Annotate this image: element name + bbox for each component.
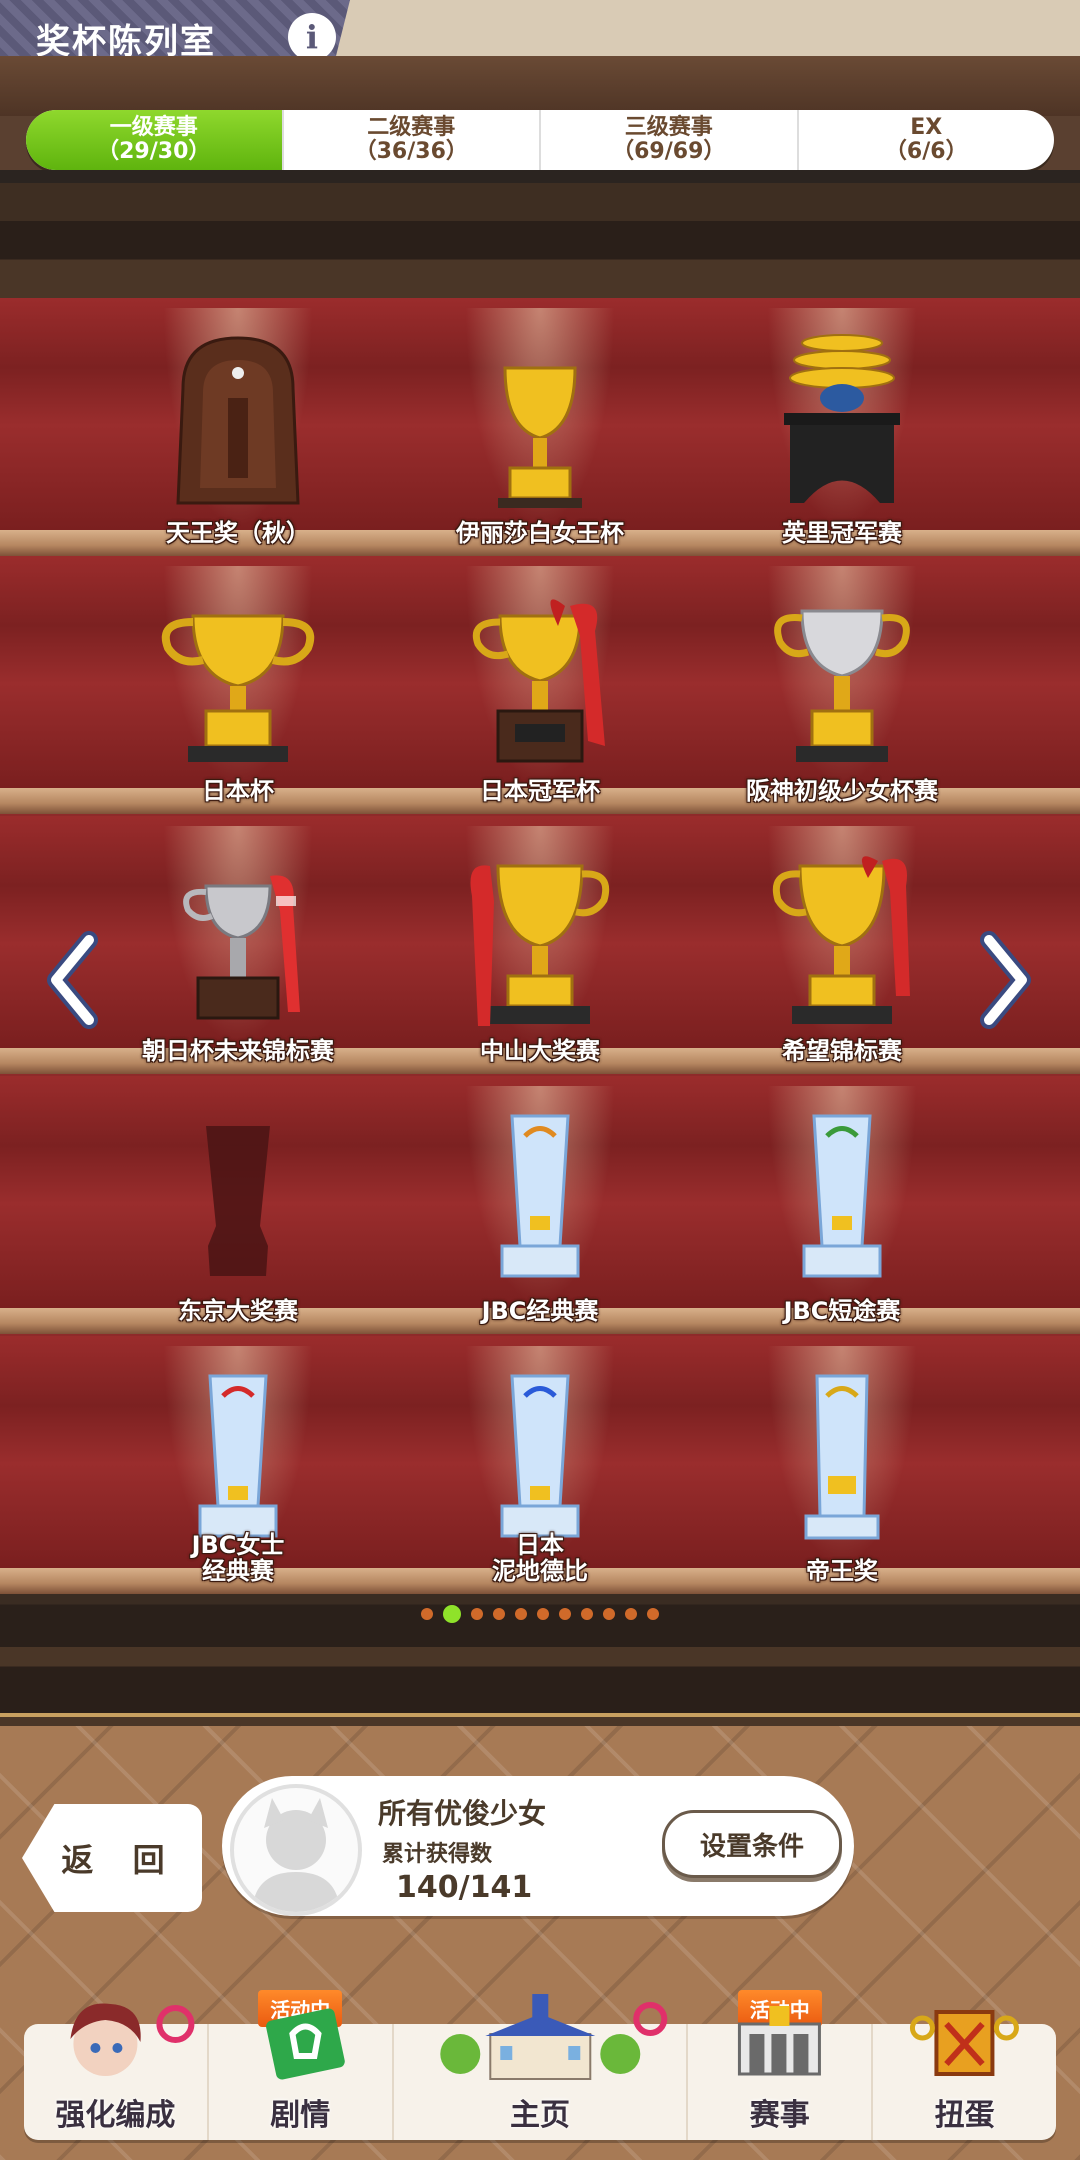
trophy-shelf: 天王奖（秋） 伊丽莎白女王杯 英里冠军赛 日本杯 日本冠军杯 阪神初级少女杯赛 … bbox=[0, 298, 1080, 1594]
trophy-name: 日本 泥地德比 bbox=[390, 1532, 690, 1584]
trophy-slot[interactable]: JBC短途赛 bbox=[692, 1076, 992, 1334]
set-conditions-button[interactable]: 设置条件 bbox=[662, 1810, 842, 1878]
trophy-name: JBC经典赛 bbox=[481, 1297, 599, 1325]
next-page-button[interactable] bbox=[974, 930, 1034, 1030]
trophy-name: 日本冠军杯 bbox=[480, 777, 600, 805]
shelf-row: 天王奖（秋） 伊丽莎白女王杯 英里冠军赛 bbox=[0, 298, 1080, 558]
page-dot[interactable] bbox=[443, 1605, 461, 1623]
page-dot[interactable] bbox=[603, 1608, 615, 1620]
trophy-name: 帝王奖 bbox=[806, 1557, 878, 1585]
trophy-slot[interactable]: 伊丽莎白女王杯 bbox=[390, 298, 690, 556]
tab-label: 一级赛事 bbox=[109, 115, 198, 140]
trophy-name: 英里冠军赛 bbox=[782, 519, 902, 547]
trophy-total-count: 140/141 bbox=[396, 1870, 533, 1905]
filter-title: 所有优俊少女 bbox=[378, 1797, 547, 1830]
page-dot[interactable] bbox=[559, 1608, 571, 1620]
trophy-slot[interactable]: 日本 泥地德比 bbox=[390, 1336, 690, 1594]
trophy-slot[interactable]: 阪神初级少女杯赛 bbox=[692, 556, 992, 814]
filter-panel: 所有优俊少女 累计获得数 140/141 设置条件 bbox=[222, 1776, 854, 1916]
back-button[interactable]: 返 回 bbox=[22, 1804, 202, 1912]
previous-page-button[interactable] bbox=[44, 930, 104, 1030]
trophy-name: 天王奖（秋） bbox=[166, 519, 310, 547]
trophy-name: JBC短途赛 bbox=[783, 1297, 901, 1325]
trophy-slot[interactable]: JBC经典赛 bbox=[390, 1076, 690, 1334]
nav-label: 剧情 bbox=[270, 2098, 331, 2133]
nav-story[interactable]: 活动中 剧情 bbox=[206, 1990, 392, 2140]
home-building-icon bbox=[440, 1994, 668, 2080]
shelf-row: 朝日杯未来锦标赛 中山大奖赛 希望锦标赛 bbox=[0, 816, 1080, 1076]
bottom-nav: 强化编成 活动中 剧情 主页 活动中 赛事 bbox=[24, 1990, 1056, 2140]
nav-label: 赛事 bbox=[749, 2098, 810, 2133]
trophy-name: JBC女士 经典赛 bbox=[88, 1532, 388, 1584]
trophy-name-line: 泥地德比 bbox=[492, 1557, 588, 1585]
tab-label: 三级赛事 bbox=[624, 115, 713, 140]
page-dot[interactable] bbox=[515, 1608, 527, 1620]
race-gate-icon bbox=[738, 2006, 822, 2076]
tab-count: （29/30） bbox=[97, 139, 211, 164]
nav-label: 主页 bbox=[510, 2098, 570, 2133]
tab-count: （36/36） bbox=[354, 139, 468, 164]
chevron-left-icon bbox=[47, 931, 98, 1029]
grade-tabs: 一级赛事 （29/30） 二级赛事 （36/36） 三级赛事 （69/69） E… bbox=[26, 110, 1054, 170]
trophy-slot[interactable]: 天王奖（秋） bbox=[88, 298, 388, 556]
shelf-row: 东京大奖赛 JBC经典赛 JBC短途赛 bbox=[0, 1076, 1080, 1336]
trophy-slot[interactable]: 希望锦标赛 bbox=[692, 816, 992, 1074]
trophy-slot[interactable]: 东京大奖赛 bbox=[88, 1076, 388, 1334]
page-dot[interactable] bbox=[471, 1608, 483, 1620]
trophy-name: 日本杯 bbox=[202, 777, 274, 805]
trophy-name-line: 经典赛 bbox=[202, 1557, 274, 1585]
tab-g3[interactable]: 三级赛事 （69/69） bbox=[539, 110, 797, 170]
trophy-slot[interactable]: 中山大奖赛 bbox=[390, 816, 690, 1074]
nav-label: 强化编成 bbox=[55, 2098, 176, 2133]
page-dot[interactable] bbox=[421, 1608, 433, 1620]
nav-enhance[interactable]: 强化编成 bbox=[24, 2003, 207, 2140]
trophy-slot[interactable]: 英里冠军赛 bbox=[692, 298, 992, 556]
avatar bbox=[230, 1784, 362, 1916]
page-dot[interactable] bbox=[537, 1608, 549, 1620]
page-dot[interactable] bbox=[625, 1608, 637, 1620]
nav-gacha[interactable]: 扭蛋 bbox=[871, 2010, 1056, 2140]
tab-count: （69/69） bbox=[612, 139, 726, 164]
trophy-slot[interactable]: JBC女士 经典赛 bbox=[88, 1336, 388, 1594]
character-portrait-icon bbox=[70, 2003, 195, 2076]
story-book-icon bbox=[265, 2008, 345, 2080]
trophy-name: 阪神初级少女杯赛 bbox=[746, 777, 938, 805]
gacha-icon bbox=[910, 2010, 1020, 2076]
shelf-top-rail bbox=[0, 170, 1080, 298]
page-indicator bbox=[0, 1604, 1080, 1624]
chevron-right-icon bbox=[980, 931, 1031, 1029]
page-dot[interactable] bbox=[493, 1608, 505, 1620]
trophy-name: 东京大奖赛 bbox=[178, 1297, 298, 1325]
tab-g2[interactable]: 二级赛事 （36/36） bbox=[281, 110, 540, 170]
nav-home[interactable]: 主页 bbox=[391, 1994, 687, 2140]
tab-count: （6/6） bbox=[884, 139, 968, 164]
shelf-row: 日本杯 日本冠军杯 阪神初级少女杯赛 bbox=[0, 556, 1080, 816]
tab-label: 二级赛事 bbox=[367, 115, 456, 140]
trophy-name: 中山大奖赛 bbox=[480, 1037, 600, 1065]
header-backdrop bbox=[0, 56, 1080, 116]
trophy-slot[interactable]: 朝日杯未来锦标赛 bbox=[88, 816, 388, 1074]
trophy-slot[interactable]: 帝王奖 bbox=[692, 1336, 992, 1594]
trophy-name: 朝日杯未来锦标赛 bbox=[142, 1037, 334, 1065]
trophy-name-line: JBC女士 bbox=[191, 1531, 285, 1559]
page-dot[interactable] bbox=[647, 1608, 659, 1620]
tab-g1[interactable]: 一级赛事 （29/30） bbox=[26, 110, 282, 170]
trophy-name: 伊丽莎白女王杯 bbox=[456, 519, 624, 547]
trophy-slot[interactable]: 日本杯 bbox=[88, 556, 388, 814]
trophy-slot[interactable]: 日本冠军杯 bbox=[390, 556, 690, 814]
tab-label: EX bbox=[910, 115, 943, 140]
filter-subtitle: 累计获得数 bbox=[382, 1842, 493, 1867]
tab-ex[interactable]: EX （6/6） bbox=[796, 110, 1055, 170]
trophy-name: 希望锦标赛 bbox=[782, 1037, 902, 1065]
trophy-name-line: 日本 bbox=[516, 1531, 564, 1559]
nav-race[interactable]: 活动中 赛事 bbox=[686, 1990, 871, 2140]
nav-label: 扭蛋 bbox=[934, 2098, 995, 2133]
page-dot[interactable] bbox=[581, 1608, 593, 1620]
shelf-row: JBC女士 经典赛 日本 泥地德比 帝王奖 bbox=[0, 1336, 1080, 1596]
info-button[interactable]: i bbox=[288, 13, 336, 61]
character-silhouette-icon bbox=[252, 1798, 340, 1912]
